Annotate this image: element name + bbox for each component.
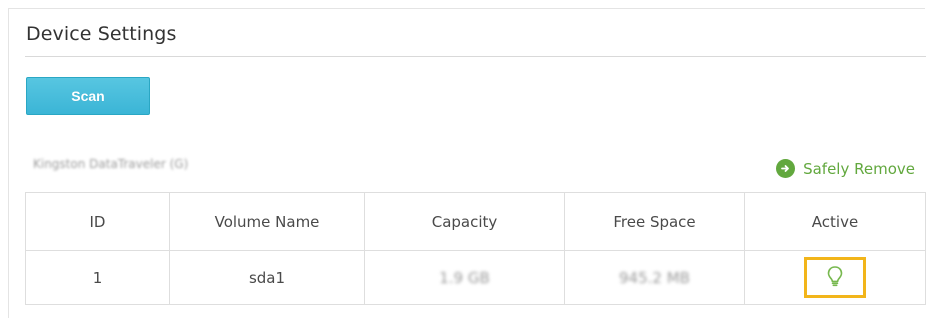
column-header-capacity: Capacity [364,192,565,251]
capacity-value: 1.9 GB [439,268,490,287]
title-divider [25,56,926,57]
cell-id: 1 [25,250,170,305]
column-header-active: Active [744,192,926,251]
cell-active [744,250,926,305]
cell-capacity: 1.9 GB [364,250,565,305]
device-table: ID Volume Name Capacity Free Space Activ… [25,192,926,305]
safely-remove-button[interactable]: Safely Remove [776,159,915,178]
column-header-free-space: Free Space [564,192,745,251]
table-header-row: ID Volume Name Capacity Free Space Activ… [25,192,926,251]
lightbulb-icon [826,265,844,291]
device-settings-panel: Device Settings Scan Kingston DataTravel… [8,8,926,318]
safely-remove-label: Safely Remove [803,159,915,178]
active-toggle[interactable] [804,257,866,298]
table-row: 1 sda1 1.9 GB 945.2 MB [25,250,926,305]
device-name: Kingston DataTraveler (G) [33,157,189,171]
cell-volume-name: sda1 [169,250,365,305]
column-header-id: ID [25,192,170,251]
arrow-circle-icon [776,159,796,178]
cell-free-space: 945.2 MB [564,250,745,305]
scan-button[interactable]: Scan [26,77,150,115]
column-header-volume-name: Volume Name [169,192,365,251]
free-space-value: 945.2 MB [619,268,690,287]
page-title: Device Settings [26,23,177,45]
